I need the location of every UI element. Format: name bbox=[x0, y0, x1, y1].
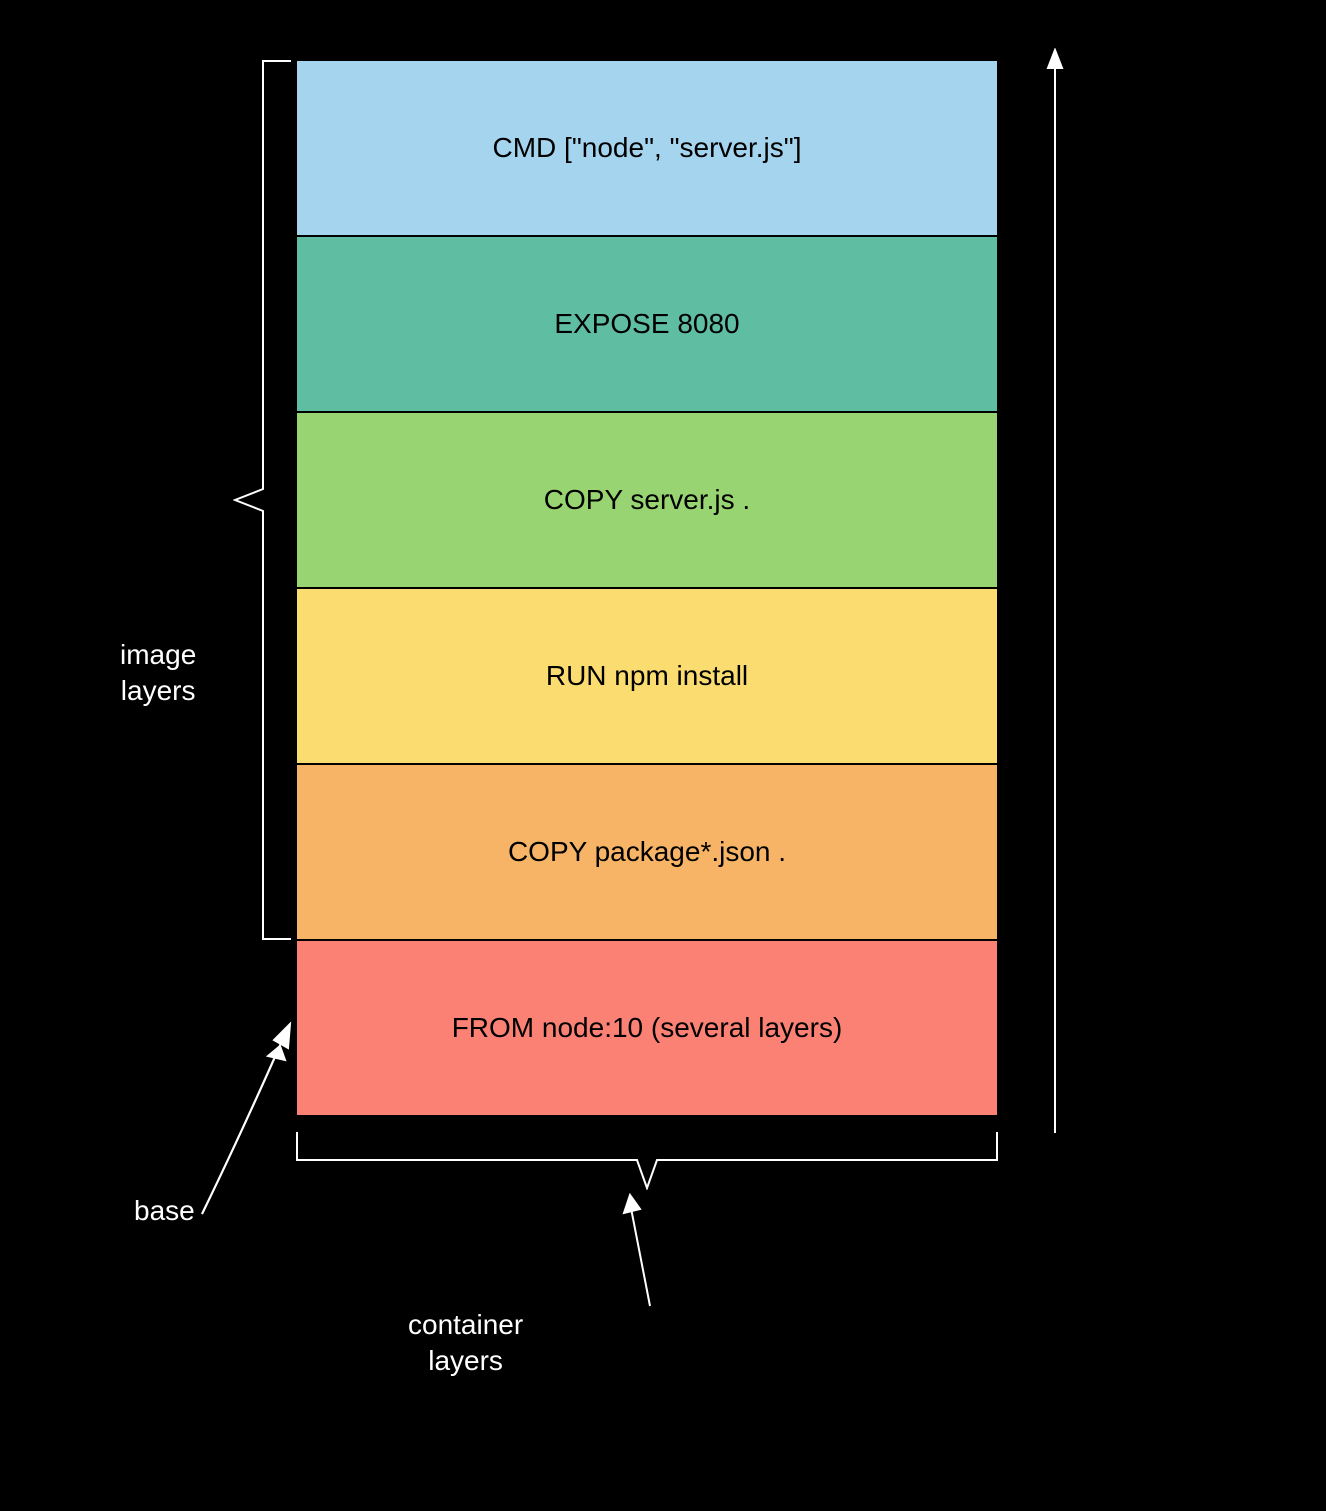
docker-layer: FROM node:10 (several layers) bbox=[295, 939, 999, 1117]
docker-layer-label: RUN npm install bbox=[546, 660, 748, 692]
docker-layer-label: CMD ["node", "server.js"] bbox=[493, 132, 802, 164]
caption-base: base bbox=[134, 1195, 195, 1227]
arrow-container bbox=[620, 1193, 660, 1308]
docker-layer-label: COPY package*.json . bbox=[508, 836, 786, 868]
docker-layer-label: COPY server.js . bbox=[544, 484, 750, 516]
caption-container: container layers bbox=[408, 1307, 523, 1380]
axis-arrow bbox=[1040, 48, 1070, 1138]
layer-stack: CMD ["node", "server.js"] EXPOSE 8080 COPY… bbox=[295, 59, 999, 1117]
caption-container-line2: layers bbox=[428, 1345, 503, 1376]
caption-image-line1: image bbox=[120, 639, 196, 670]
docker-layer: COPY package*.json . bbox=[295, 763, 999, 941]
docker-layer: RUN npm install bbox=[295, 587, 999, 765]
docker-layer: COPY server.js . bbox=[295, 411, 999, 589]
docker-layer: CMD ["node", "server.js"] bbox=[295, 59, 999, 237]
docker-layer: EXPOSE 8080 bbox=[295, 235, 999, 413]
bracket-image-layers bbox=[233, 59, 293, 941]
docker-layer-label: EXPOSE 8080 bbox=[554, 308, 739, 340]
caption-image-line2: layers bbox=[121, 675, 196, 706]
bracket-container-layers bbox=[295, 1130, 999, 1190]
caption-container-line1: container bbox=[408, 1309, 523, 1340]
caption-image: image layers bbox=[120, 637, 196, 710]
docker-layer-label: FROM node:10 (several layers) bbox=[452, 1012, 843, 1044]
arrow-base bbox=[200, 1016, 295, 1216]
